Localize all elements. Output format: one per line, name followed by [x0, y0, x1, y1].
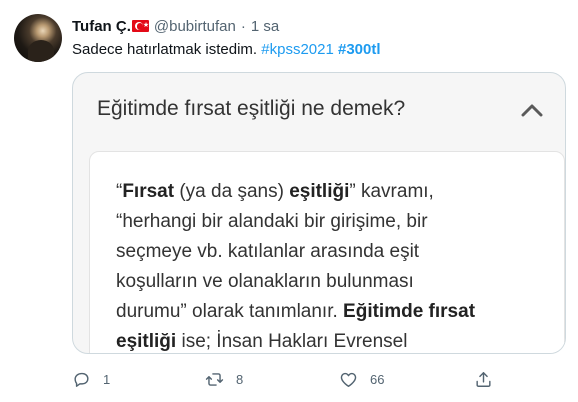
tweet-actions: 1 8 66 [0, 370, 578, 390]
heart-icon [340, 372, 357, 387]
share-button[interactable] [474, 370, 493, 389]
separator-dot: · [240, 17, 246, 35]
tweet-media-image[interactable]: Eğitimde fırsat eşitliği ne demek? “Fırs… [72, 72, 566, 354]
answer-run: ise; İnsan Hakları Evrensel [176, 331, 408, 352]
answer-run: seçmeye vb. katılanlar arasında eşit [116, 241, 420, 262]
share-icon [476, 372, 491, 387]
tweet-text: Sadece hatırlatmak istedim. #kpss2021 #3… [72, 40, 381, 60]
answer-bold-run: Fırsat [122, 181, 175, 202]
avatar[interactable] [14, 14, 62, 62]
retweet-button[interactable]: 8 [205, 370, 243, 389]
answer-bold-run: eşitliği [289, 181, 350, 202]
reply-count: 1 [103, 372, 111, 387]
reply-icon [74, 372, 89, 387]
answer-bold-run: eşitliği [116, 331, 177, 352]
answer-line: eşitliği ise; İnsan Hakları Evrensel [116, 327, 546, 353]
answer-line: “Fırsat (ya da şans) eşitliği” kavramı, [116, 177, 546, 207]
turkey-flag-icon: ★ [131, 20, 149, 32]
answer-line: durumu” olarak tanımlanır. Eğitimde fırs… [116, 297, 546, 327]
reply-button[interactable]: 1 [72, 370, 110, 389]
media-question-title: Eğitimde fırsat eşitliği ne demek? [97, 97, 406, 120]
like-button[interactable]: 66 [339, 370, 384, 389]
hashtag-300tl[interactable]: #300tl [338, 41, 381, 58]
tweet-body-text: Sadece hatırlatmak istedim. [72, 41, 258, 58]
hashtag-kpss2021[interactable]: #kpss2021 [261, 41, 334, 58]
answer-line: koşulların ve olanakların bulunması [116, 267, 546, 297]
answer-line: seçmeye vb. katılanlar arasında eşit [116, 237, 546, 267]
answer-bold-run: Eğitimde fırsat [343, 301, 476, 322]
answer-run: koşulların ve olanakların bulunması [116, 271, 414, 292]
answer-run: durumu” olarak tanımlanır. [116, 301, 344, 322]
retweet-count: 8 [236, 372, 244, 387]
answer-run: “herhangi bir alandaki bir girişime, bir [116, 211, 428, 232]
answer-card: “Fırsat (ya da şans) eşitliği” kavramı, “… [89, 151, 565, 353]
tweet-header: Tufan Ç. ★ @bubirtufan · 1 sa [72, 16, 279, 36]
answer-line: “herhangi bir alandaki bir girişime, bir [116, 207, 546, 237]
retweet-icon [205, 373, 224, 386]
answer-run: (ya da şans) [174, 181, 290, 202]
tweet-timestamp[interactable]: 1 sa [251, 18, 279, 35]
answer-run: ” kavramı, [349, 181, 434, 202]
author-name[interactable]: Tufan Ç. [72, 18, 131, 35]
tweet[interactable]: Tufan Ç. ★ @bubirtufan · 1 sa Sadece hat… [0, 0, 578, 402]
answer-text: “Fırsat (ya da şans) eşitliği” kavramı, “… [116, 177, 546, 353]
chevron-up-icon [521, 104, 543, 117]
author-handle[interactable]: @bubirtufan [154, 18, 236, 35]
like-count: 66 [370, 372, 385, 387]
